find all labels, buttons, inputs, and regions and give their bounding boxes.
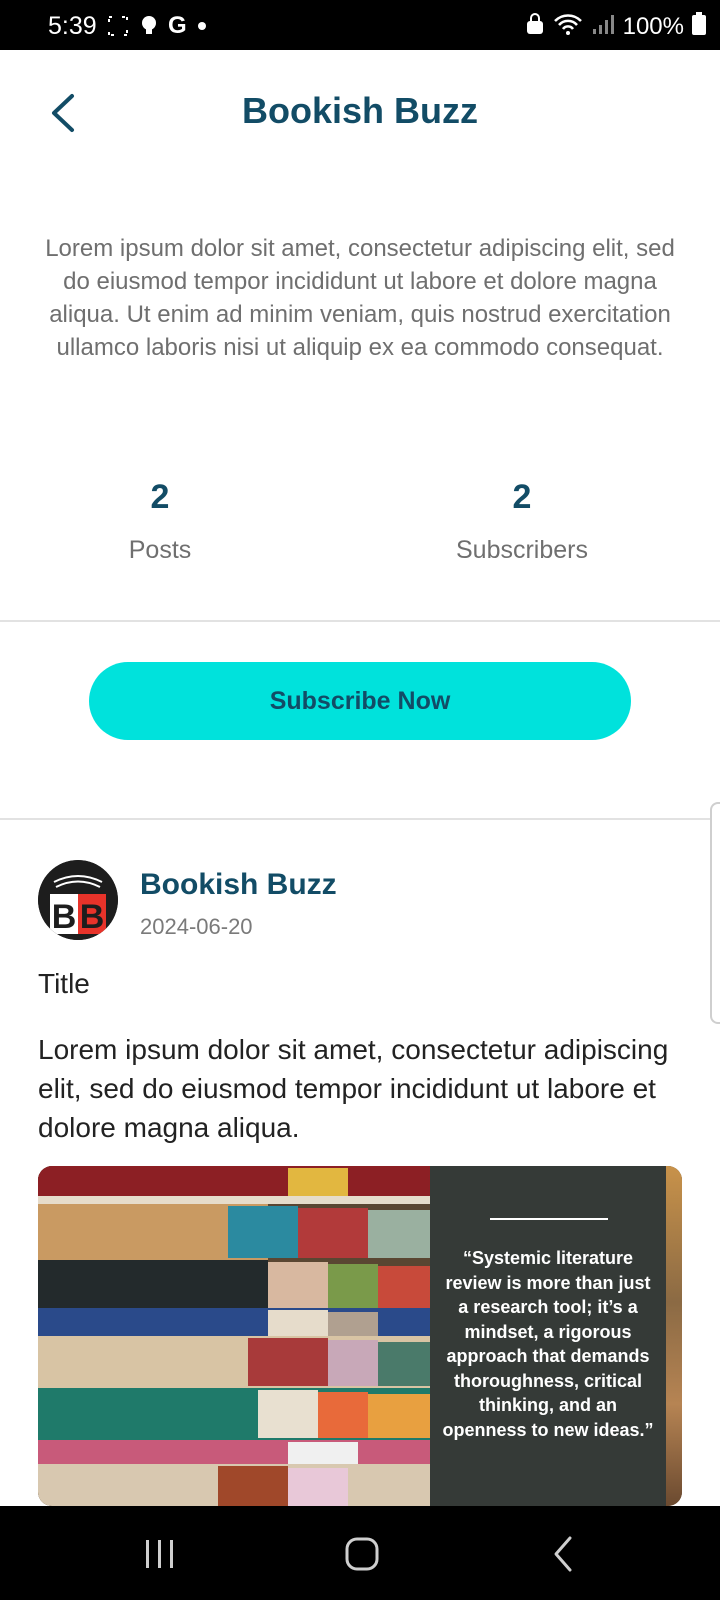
back-icon	[554, 1536, 572, 1572]
subscribers-count: 2	[512, 478, 532, 516]
battery-percentage: 100%	[622, 12, 684, 40]
svg-text:B: B	[52, 898, 77, 936]
lock-icon	[525, 13, 545, 40]
stat-subscribers[interactable]: 2 Subscribers	[372, 478, 672, 565]
quote-divider	[490, 1218, 608, 1220]
header: Bookish Buzz	[0, 50, 720, 180]
avatar[interactable]: B B	[38, 860, 118, 940]
dot-icon	[197, 21, 207, 31]
page-title: Bookish Buzz	[241, 90, 478, 131]
stats: 2 Posts 2 Subscribers	[0, 478, 720, 588]
stacked-books-photo	[38, 1166, 430, 1506]
status-time: 5:39	[48, 12, 97, 40]
recents-button[interactable]	[130, 1532, 190, 1576]
signal-icon	[591, 13, 615, 40]
divider	[0, 620, 720, 622]
quote-panel: “Systemic literature review is more than…	[430, 1166, 666, 1506]
screenshot-icon	[106, 14, 130, 38]
wifi-icon	[553, 12, 583, 41]
home-button[interactable]	[332, 1532, 392, 1576]
posts-label: Posts	[128, 536, 192, 564]
image-edge-strip	[666, 1166, 682, 1506]
status-notification-icons: G	[106, 14, 207, 38]
battery-icon	[692, 12, 706, 41]
subscribers-label: Subscribers	[456, 536, 588, 564]
nav-back-button[interactable]	[534, 1532, 594, 1576]
edge-panel-handle[interactable]	[710, 802, 720, 1024]
post-body: Lorem ipsum dolor sit amet, consectetur …	[38, 1034, 669, 1143]
posts-count: 2	[150, 478, 170, 516]
subscribe-button[interactable]: Subscribe Now	[89, 662, 631, 740]
blog-description: Lorem ipsum dolor sit amet, consectetur …	[45, 235, 675, 361]
divider	[0, 818, 720, 820]
svg-text:B: B	[80, 898, 105, 936]
bulb-icon	[140, 14, 158, 38]
post-image[interactable]: “Systemic literature review is more than…	[38, 1166, 682, 1506]
status-system-icons: 100%	[525, 12, 706, 41]
quote-text: “Systemic literature review is more than…	[442, 1248, 654, 1440]
bookish-buzz-logo: B B	[38, 860, 118, 940]
google-icon: G	[168, 12, 187, 39]
stat-posts[interactable]: 2 Posts	[10, 478, 310, 565]
recents-icon	[146, 1540, 173, 1568]
post-title: Title	[38, 968, 90, 999]
navigation-bar	[0, 1506, 720, 1600]
post-date: 2024-06-20	[140, 914, 253, 939]
home-icon	[345, 1537, 379, 1571]
status-bar: 5:39 G 100%	[0, 0, 720, 50]
post-author[interactable]: Bookish Buzz	[140, 868, 337, 902]
